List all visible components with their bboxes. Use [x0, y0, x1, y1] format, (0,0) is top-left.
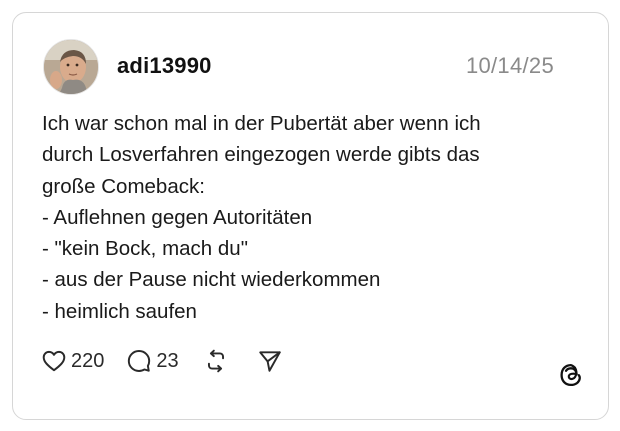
repost-icon [207, 349, 224, 373]
post-date: 10/14/25 [465, 53, 554, 78]
heart-icon [42, 350, 66, 372]
post-line: Ich war schon mal in der Pubertät aber w… [42, 112, 481, 135]
post-line: - heimlich saufen [42, 299, 197, 323]
avatar[interactable] [43, 39, 99, 95]
reply-count: 23 [156, 349, 179, 372]
post-line: - "kein Bock, mach du" [42, 237, 248, 261]
post-line: große Comeback: [42, 174, 205, 198]
avatar-photo [44, 40, 98, 94]
share-button[interactable] [257, 348, 283, 374]
post-line: durch Losverfahren eingezogen werde gibt… [42, 143, 480, 167]
post-line: - aus der Pause nicht wiederkommen [42, 268, 381, 292]
post-line: - Auflehnen gegen Autoritäten [42, 205, 313, 229]
post-card: adi13990 10/14/25 Ich war schon mal in d… [12, 12, 609, 420]
like-count: 220 [71, 349, 105, 372]
speech-bubble-icon [128, 350, 151, 372]
like-button[interactable]: 220 [41, 348, 104, 374]
paper-plane-icon [258, 351, 281, 372]
repost-button[interactable] [203, 348, 229, 374]
post-body: Ich war schon mal in der Pubertät aber w… [42, 108, 582, 327]
reply-button[interactable]: 23 [126, 348, 179, 374]
username[interactable]: adi13990 [117, 53, 212, 79]
action-bar: 220 23 [41, 345, 283, 377]
threads-logo-icon [558, 362, 584, 388]
